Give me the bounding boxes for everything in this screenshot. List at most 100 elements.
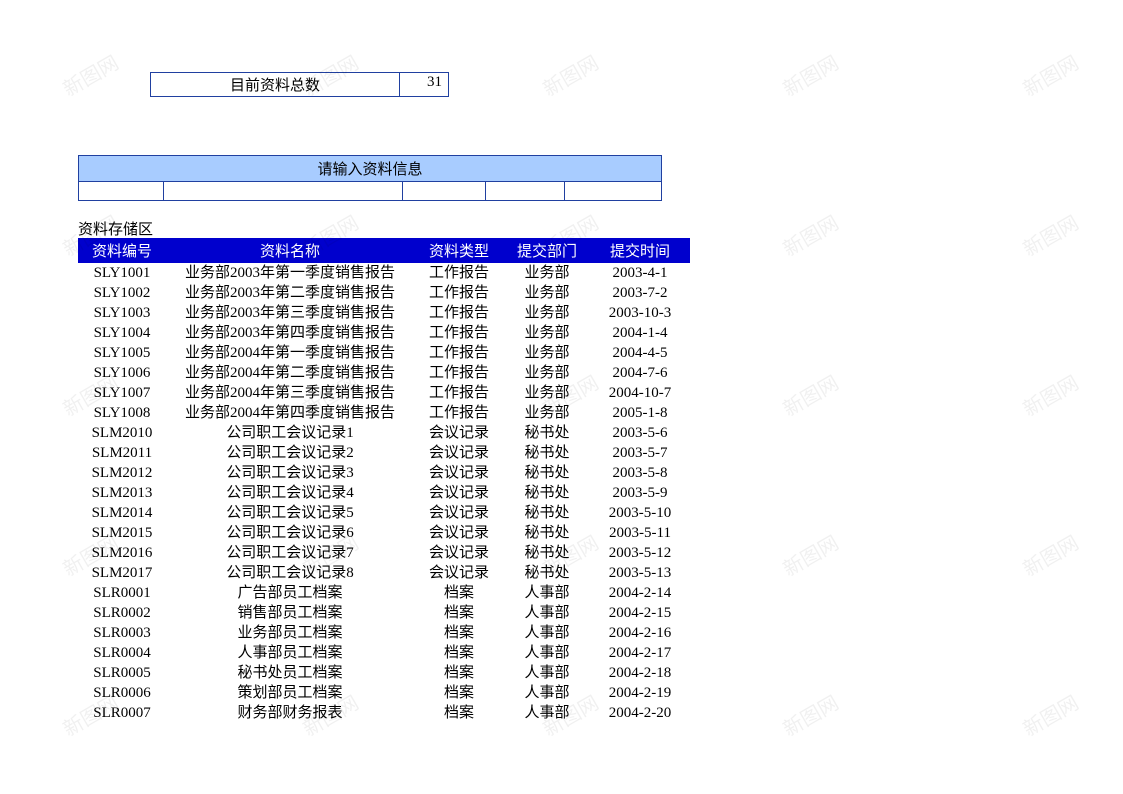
input-cell-1[interactable] xyxy=(79,182,164,200)
watermark-text: 新图网 xyxy=(537,47,603,102)
cell-date: 2004-1-4 xyxy=(590,323,690,343)
cell-id: SLR0005 xyxy=(78,663,166,683)
header-id: 资料编号 xyxy=(78,239,166,263)
cell-id: SLR0007 xyxy=(78,703,166,723)
cell-id: SLR0004 xyxy=(78,643,166,663)
table-header-row: 资料编号 资料名称 资料类型 提交部门 提交时间 xyxy=(78,239,690,263)
cell-date: 2004-2-14 xyxy=(590,583,690,603)
watermark-text: 新图网 xyxy=(1017,687,1083,742)
cell-dept: 秘书处 xyxy=(504,503,590,523)
table-row: SLY1005业务部2004年第一季度销售报告工作报告业务部2004-4-5 xyxy=(78,343,690,363)
cell-dept: 业务部 xyxy=(504,303,590,323)
cell-dept: 业务部 xyxy=(504,263,590,284)
cell-dept: 业务部 xyxy=(504,343,590,363)
table-row: SLY1003业务部2003年第三季度销售报告工作报告业务部2003-10-3 xyxy=(78,303,690,323)
cell-id: SLR0003 xyxy=(78,623,166,643)
table-row: SLY1006业务部2004年第二季度销售报告工作报告业务部2004-7-6 xyxy=(78,363,690,383)
storage-area-label: 资料存储区 xyxy=(78,218,153,239)
cell-name: 策划部员工档案 xyxy=(166,683,414,703)
cell-name: 人事部员工档案 xyxy=(166,643,414,663)
table-row: SLR0002销售部员工档案档案人事部2004-2-15 xyxy=(78,603,690,623)
cell-id: SLY1003 xyxy=(78,303,166,323)
cell-name: 业务部2004年第一季度销售报告 xyxy=(166,343,414,363)
table-row: SLY1008业务部2004年第四季度销售报告工作报告业务部2005-1-8 xyxy=(78,403,690,423)
cell-id: SLM2015 xyxy=(78,523,166,543)
table-row: SLY1007业务部2004年第三季度销售报告工作报告业务部2004-10-7 xyxy=(78,383,690,403)
cell-name: 业务部2003年第四季度销售报告 xyxy=(166,323,414,343)
cell-type: 会议记录 xyxy=(414,523,504,543)
cell-id: SLR0001 xyxy=(78,583,166,603)
cell-date: 2004-2-19 xyxy=(590,683,690,703)
cell-name: 公司职工会议记录4 xyxy=(166,483,414,503)
cell-dept: 秘书处 xyxy=(504,443,590,463)
header-name: 资料名称 xyxy=(166,239,414,263)
cell-type: 工作报告 xyxy=(414,283,504,303)
cell-type: 工作报告 xyxy=(414,263,504,284)
cell-date: 2003-5-11 xyxy=(590,523,690,543)
cell-date: 2004-7-6 xyxy=(590,363,690,383)
cell-dept: 业务部 xyxy=(504,323,590,343)
cell-id: SLY1007 xyxy=(78,383,166,403)
cell-name: 业务部2003年第三季度销售报告 xyxy=(166,303,414,323)
watermark-text: 新图网 xyxy=(57,47,123,102)
cell-dept: 人事部 xyxy=(504,703,590,723)
cell-date: 2003-5-10 xyxy=(590,503,690,523)
table-row: SLR0005秘书处员工档案档案人事部2004-2-18 xyxy=(78,663,690,683)
cell-id: SLR0006 xyxy=(78,683,166,703)
watermark-text: 新图网 xyxy=(777,207,843,262)
cell-date: 2003-5-13 xyxy=(590,563,690,583)
cell-date: 2003-10-3 xyxy=(590,303,690,323)
cell-type: 工作报告 xyxy=(414,303,504,323)
cell-type: 档案 xyxy=(414,623,504,643)
table-row: SLY1001业务部2003年第一季度销售报告工作报告业务部2003-4-1 xyxy=(78,263,690,284)
watermark-text: 新图网 xyxy=(1017,47,1083,102)
cell-name: 公司职工会议记录2 xyxy=(166,443,414,463)
cell-date: 2004-4-5 xyxy=(590,343,690,363)
table-row: SLY1002业务部2003年第二季度销售报告工作报告业务部2003-7-2 xyxy=(78,283,690,303)
cell-id: SLM2010 xyxy=(78,423,166,443)
cell-date: 2004-2-18 xyxy=(590,663,690,683)
cell-date: 2003-5-6 xyxy=(590,423,690,443)
cell-name: 业务部2003年第一季度销售报告 xyxy=(166,263,414,284)
table-row: SLM2010公司职工会议记录1会议记录秘书处2003-5-6 xyxy=(78,423,690,443)
cell-type: 工作报告 xyxy=(414,363,504,383)
cell-name: 业务部员工档案 xyxy=(166,623,414,643)
cell-id: SLM2012 xyxy=(78,463,166,483)
cell-date: 2003-4-1 xyxy=(590,263,690,284)
header-type: 资料类型 xyxy=(414,239,504,263)
input-cell-3[interactable] xyxy=(403,182,486,200)
cell-dept: 秘书处 xyxy=(504,423,590,443)
cell-dept: 人事部 xyxy=(504,583,590,603)
cell-dept: 秘书处 xyxy=(504,523,590,543)
header-dept: 提交部门 xyxy=(504,239,590,263)
summary-label: 目前资料总数 xyxy=(151,73,400,96)
table-row: SLY1004业务部2003年第四季度销售报告工作报告业务部2004-1-4 xyxy=(78,323,690,343)
cell-name: 公司职工会议记录5 xyxy=(166,503,414,523)
cell-type: 档案 xyxy=(414,683,504,703)
cell-date: 2004-2-15 xyxy=(590,603,690,623)
cell-dept: 人事部 xyxy=(504,643,590,663)
table-row: SLM2015公司职工会议记录6会议记录秘书处2003-5-11 xyxy=(78,523,690,543)
cell-id: SLY1008 xyxy=(78,403,166,423)
watermark-text: 新图网 xyxy=(777,47,843,102)
table-row: SLM2011公司职工会议记录2会议记录秘书处2003-5-7 xyxy=(78,443,690,463)
table-row: SLR0001广告部员工档案档案人事部2004-2-14 xyxy=(78,583,690,603)
cell-type: 会议记录 xyxy=(414,563,504,583)
cell-id: SLM2016 xyxy=(78,543,166,563)
cell-type: 会议记录 xyxy=(414,443,504,463)
input-cell-5[interactable] xyxy=(565,182,661,200)
cell-type: 档案 xyxy=(414,643,504,663)
input-cell-4[interactable] xyxy=(486,182,565,200)
cell-date: 2003-5-8 xyxy=(590,463,690,483)
table-row: SLM2012公司职工会议记录3会议记录秘书处2003-5-8 xyxy=(78,463,690,483)
cell-name: 公司职工会议记录1 xyxy=(166,423,414,443)
cell-name: 公司职工会议记录7 xyxy=(166,543,414,563)
cell-type: 工作报告 xyxy=(414,383,504,403)
table-row: SLR0006策划部员工档案档案人事部2004-2-19 xyxy=(78,683,690,703)
cell-name: 业务部2003年第二季度销售报告 xyxy=(166,283,414,303)
input-cell-2[interactable] xyxy=(164,182,403,200)
cell-type: 工作报告 xyxy=(414,403,504,423)
watermark-text: 新图网 xyxy=(777,527,843,582)
table-row: SLM2013公司职工会议记录4会议记录秘书处2003-5-9 xyxy=(78,483,690,503)
table-row: SLM2016公司职工会议记录7会议记录秘书处2003-5-12 xyxy=(78,543,690,563)
